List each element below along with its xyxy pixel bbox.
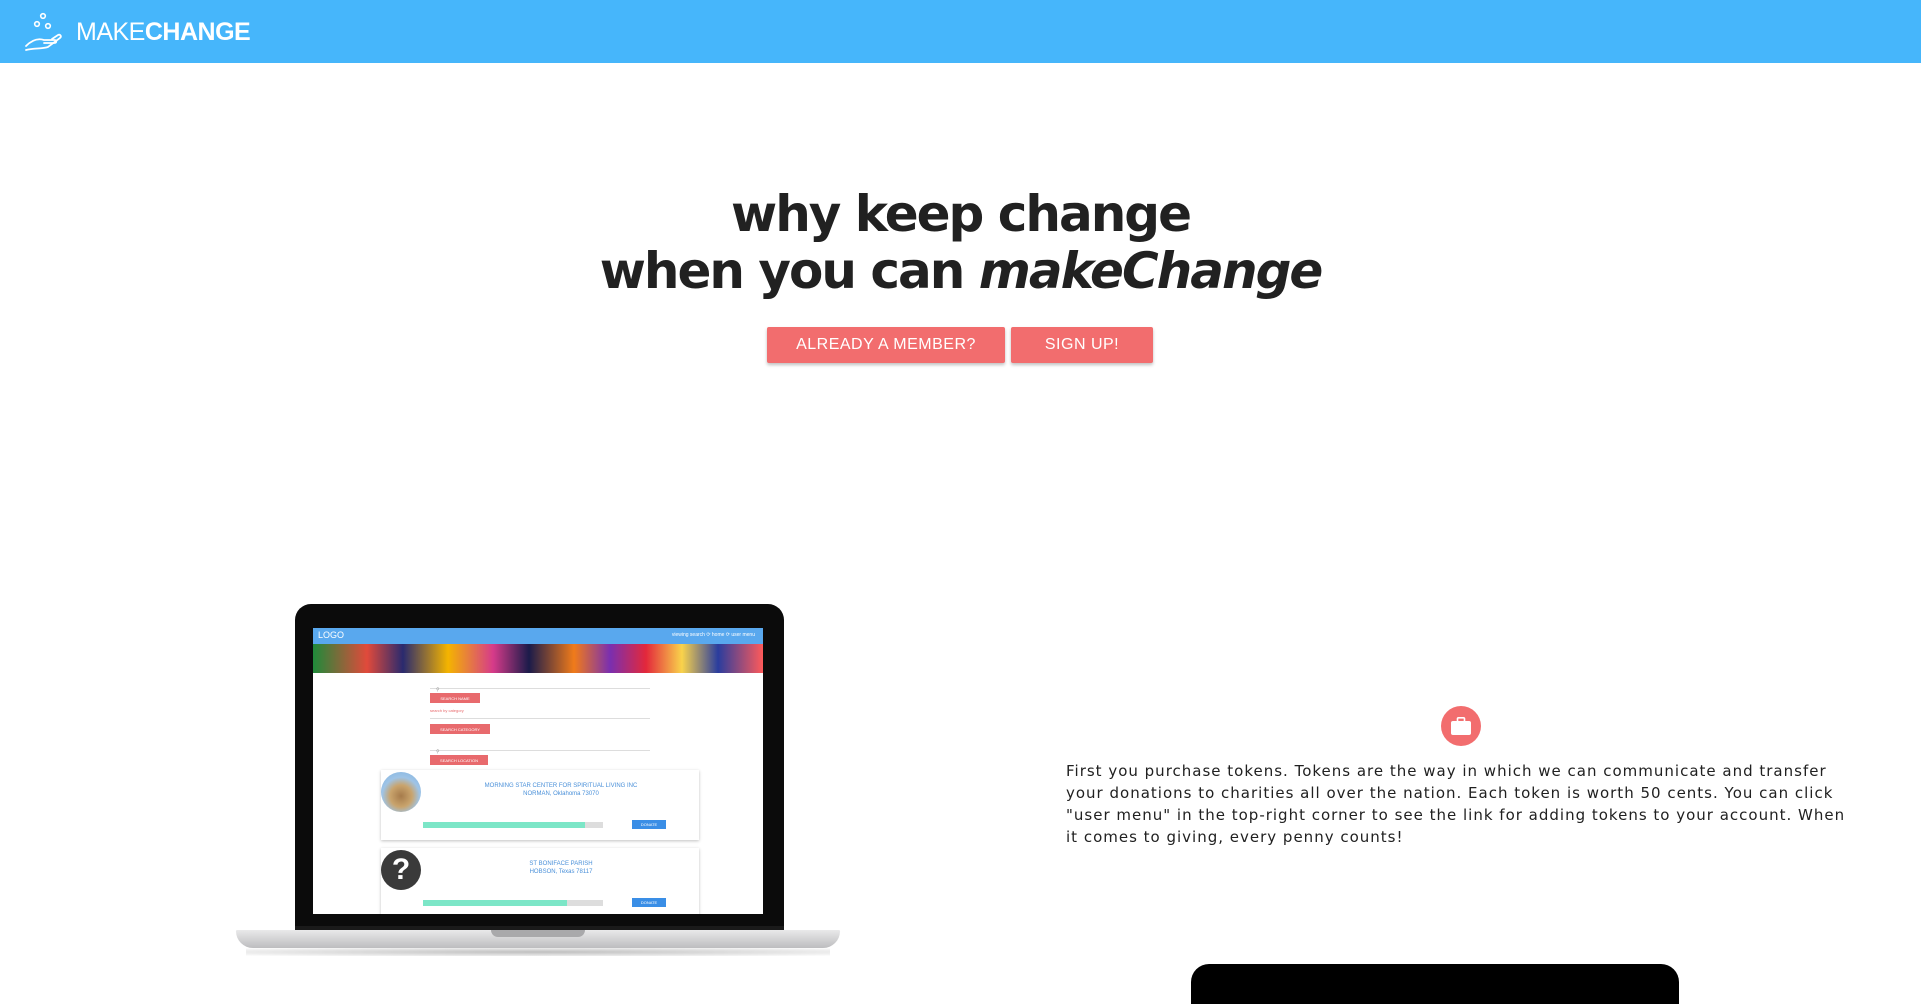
brand-prefix: MAKE xyxy=(76,17,145,46)
already-member-button[interactable]: ALREADY A MEMBER? xyxy=(767,327,1005,363)
hero-line2-prefix: when you can xyxy=(599,242,979,300)
charity-progress-bar xyxy=(423,822,603,828)
screen-search-location-button: SEARCH LOCATION xyxy=(430,755,488,765)
brand-suffix: CHANGE xyxy=(144,17,251,46)
screen-banner-image xyxy=(313,644,763,673)
tokens-info-text: First you purchase tokens. Tokens are th… xyxy=(1066,762,1846,846)
screen-charity-title: ST BONIFACE PARISH HOBSON, Texas 78117 xyxy=(441,860,681,876)
laptop-screen: LOGO viewing search ⟳ home ⟳ user menu ⚲… xyxy=(313,628,763,914)
screen-charity-card: ? ST BONIFACE PARISH HOBSON, Texas 78117 … xyxy=(381,848,699,914)
charity-location: NORMAN, Oklahoma 73070 xyxy=(523,791,599,797)
screen-nav-links: viewing search ⟳ home ⟳ user menu xyxy=(671,632,755,638)
device-mockup-partial xyxy=(1191,964,1679,1004)
progress-fill xyxy=(423,900,567,906)
screen-logo: LOGO xyxy=(318,630,345,640)
hero-title-line2: when you can makeChange xyxy=(0,243,1921,300)
screen-select-placeholder: search by category xyxy=(430,708,464,713)
hero-title-line1: why keep change xyxy=(731,185,1192,243)
brand-name: MAKECHANGE xyxy=(76,17,251,47)
briefcase-glyph xyxy=(1451,717,1471,735)
laptop-shadow xyxy=(246,948,830,956)
screen-search-category-button: SEARCH CATEGORY xyxy=(430,724,490,734)
hand-coins-icon xyxy=(25,12,62,51)
progress-fill xyxy=(423,822,585,828)
screen-search-name-input: ⚲ xyxy=(430,678,650,693)
screen-navbar: LOGO viewing search ⟳ home ⟳ user menu xyxy=(313,628,763,644)
donate-button: DONATE xyxy=(632,820,666,829)
donate-button: DONATE xyxy=(632,898,666,907)
church-avatar xyxy=(381,772,421,812)
briefcase-icon xyxy=(1441,706,1481,746)
screen-charity-title: MORNING STAR CENTER FOR SPIRITUAL LIVING… xyxy=(441,782,681,798)
screen-category-select: search by category xyxy=(430,708,650,719)
charity-name: MORNING STAR CENTER FOR SPIRITUAL LIVING… xyxy=(484,783,638,789)
hero-line2-emphasis: makeChange xyxy=(978,242,1324,300)
charity-progress-bar xyxy=(423,900,603,906)
charity-location: HOBSON, Texas 78117 xyxy=(529,869,593,875)
question-mark-avatar: ? xyxy=(381,850,421,890)
screen-location-input: ⚲ xyxy=(430,740,650,755)
charity-name: ST BONIFACE PARISH xyxy=(529,861,593,867)
hero-section: why keep change when you can makeChange xyxy=(0,186,1921,300)
brand-logo[interactable]: MAKECHANGE xyxy=(24,10,251,54)
sign-up-button[interactable]: SIGN UP! xyxy=(1011,327,1153,363)
top-navbar: MAKECHANGE xyxy=(0,0,1921,63)
laptop-mockup: LOGO viewing search ⟳ home ⟳ user menu ⚲… xyxy=(236,604,840,958)
screen-charity-card: MORNING STAR CENTER FOR SPIRITUAL LIVING… xyxy=(381,770,699,840)
laptop-notch xyxy=(491,930,585,937)
screen-search-name-button: SEARCH NAME xyxy=(430,693,480,703)
